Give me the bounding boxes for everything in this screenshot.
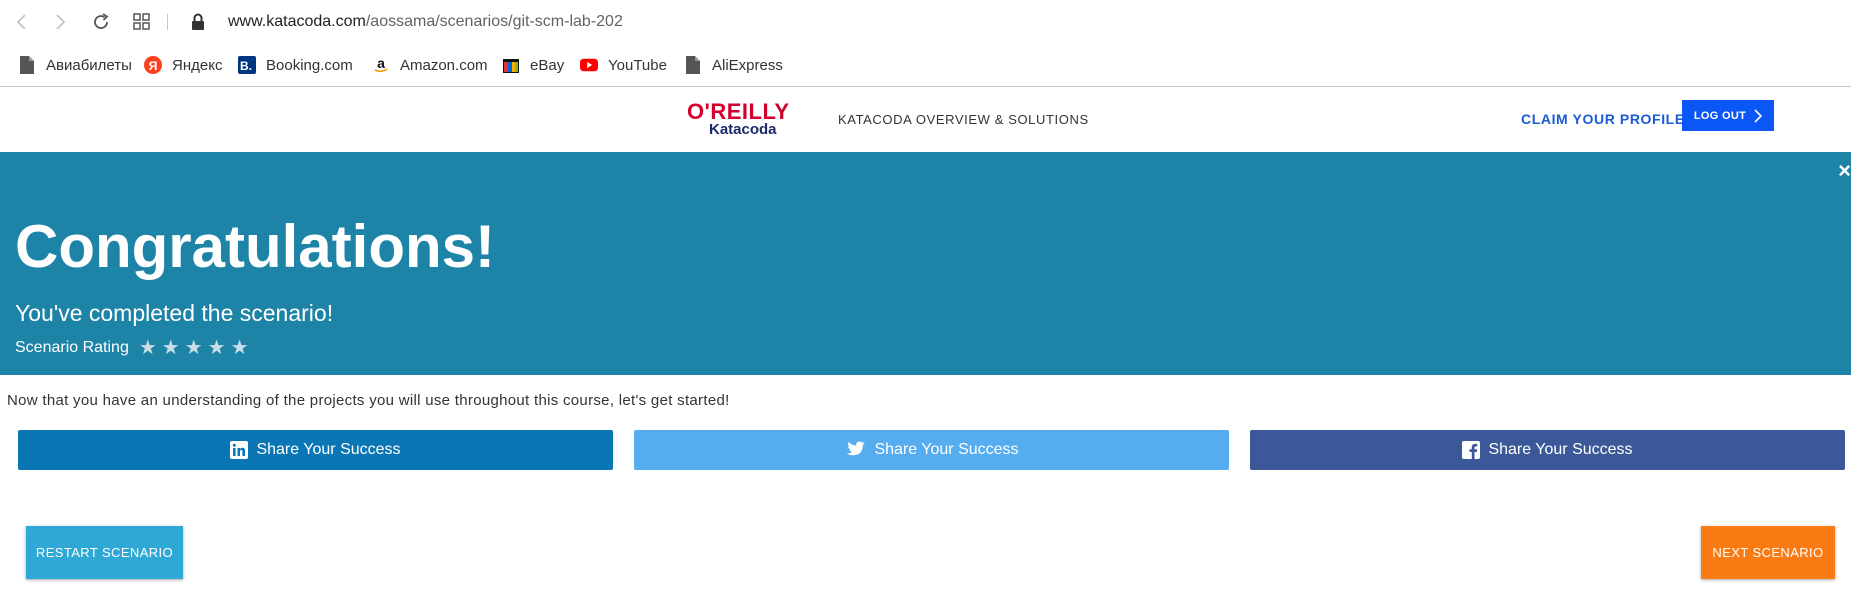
share-facebook-button[interactable]: Share Your Success <box>1250 430 1845 470</box>
congrats-title: Congratulations! <box>15 213 495 280</box>
close-icon[interactable]: × <box>1838 160 1851 182</box>
browser-toolbar: www.katacoda.com/aossama/scenarios/git-s… <box>0 0 1851 44</box>
share-label: Share Your Success <box>874 441 1019 458</box>
share-label: Share Your Success <box>256 441 401 458</box>
share-twitter-button[interactable]: Share Your Success <box>634 430 1229 470</box>
ebay-icon <box>502 56 520 74</box>
restart-scenario-button[interactable]: RESTART SCENARIO <box>26 526 183 579</box>
amazon-icon: a <box>372 56 390 74</box>
bookmark-youtube[interactable]: YouTube <box>580 54 667 76</box>
star-icon[interactable]: ★ <box>139 338 157 358</box>
logout-button[interactable]: LOG OUT <box>1682 100 1774 131</box>
bookmark-aviabilety[interactable]: Авиабилеты <box>18 54 132 76</box>
bookmarks-bar: Авиабилеты Я Яндекс B. Booking.com a Ama… <box>0 44 1851 87</box>
toolbar-divider <box>167 14 168 30</box>
bookmark-amazon[interactable]: a Amazon.com <box>372 54 488 76</box>
svg-text:Я: Я <box>149 59 158 73</box>
star-icon[interactable]: ★ <box>208 338 226 358</box>
site-header: O'REILLY Katacoda KATACODA OVERVIEW & SO… <box>0 87 1851 151</box>
bookmark-yandex[interactable]: Я Яндекс <box>144 54 222 76</box>
congrats-subtitle: You've completed the scenario! <box>15 300 334 326</box>
youtube-icon <box>580 56 598 74</box>
rating-stars: ★ ★ ★ ★ ★ <box>139 338 254 358</box>
bookmark-aliexpress[interactable]: AliExpress <box>684 54 783 76</box>
bookmark-label: YouTube <box>608 56 667 74</box>
svg-text:a: a <box>377 56 385 71</box>
address-domain: www.katacoda.com <box>228 13 366 30</box>
twitter-icon <box>844 441 866 459</box>
address-bar[interactable]: www.katacoda.com/aossama/scenarios/git-s… <box>228 13 623 31</box>
bookmark-label: Amazon.com <box>400 56 488 74</box>
svg-text:B.: B. <box>240 59 252 73</box>
back-icon[interactable] <box>10 10 34 34</box>
star-icon[interactable]: ★ <box>162 338 180 358</box>
next-scenario-button[interactable]: NEXT SCENARIO <box>1701 526 1835 579</box>
rating-label: Scenario Rating <box>15 339 129 356</box>
bookmark-ebay[interactable]: eBay <box>502 54 564 76</box>
congrats-banner: × Congratulations! You've completed the … <box>0 152 1851 375</box>
scenario-rating: Scenario Rating ★ ★ ★ ★ ★ <box>15 338 254 358</box>
logout-label: LOG OUT <box>1693 109 1747 122</box>
linkedin-icon <box>230 441 249 459</box>
forward-icon[interactable] <box>48 10 72 34</box>
lock-icon[interactable] <box>186 10 210 34</box>
bookmark-booking[interactable]: B. Booking.com <box>238 54 353 76</box>
bookmark-label: Авиабилеты <box>46 56 132 74</box>
booking-icon: B. <box>238 56 256 74</box>
facebook-icon <box>1462 441 1481 459</box>
reload-icon[interactable] <box>89 10 113 34</box>
oreilly-katacoda-logo[interactable]: O'REILLY Katacoda <box>687 99 797 141</box>
file-icon <box>18 56 36 74</box>
intro-text: Now that you have an understanding of th… <box>7 392 730 409</box>
file-icon <box>684 56 702 74</box>
logo-katacoda: Katacoda <box>709 121 777 138</box>
star-icon[interactable]: ★ <box>185 338 203 358</box>
bookmark-label: Booking.com <box>266 56 353 74</box>
share-label: Share Your Success <box>1488 441 1633 458</box>
chevron-right-icon <box>1754 108 1763 123</box>
tabs-grid-icon[interactable] <box>130 10 154 34</box>
bookmark-label: eBay <box>530 56 565 74</box>
address-path: /aossama/scenarios/git-scm-lab-202 <box>365 13 623 30</box>
claim-profile-link[interactable]: CLAIM YOUR PROFILE <box>1521 111 1685 127</box>
bookmark-label: Яндекс <box>172 56 223 74</box>
star-icon[interactable]: ★ <box>231 338 249 358</box>
share-linkedin-button[interactable]: Share Your Success <box>18 430 613 470</box>
yandex-icon: Я <box>144 56 162 74</box>
bookmark-label: AliExpress <box>712 56 783 74</box>
nav-overview-link[interactable]: KATACODA OVERVIEW & SOLUTIONS <box>838 112 1089 127</box>
